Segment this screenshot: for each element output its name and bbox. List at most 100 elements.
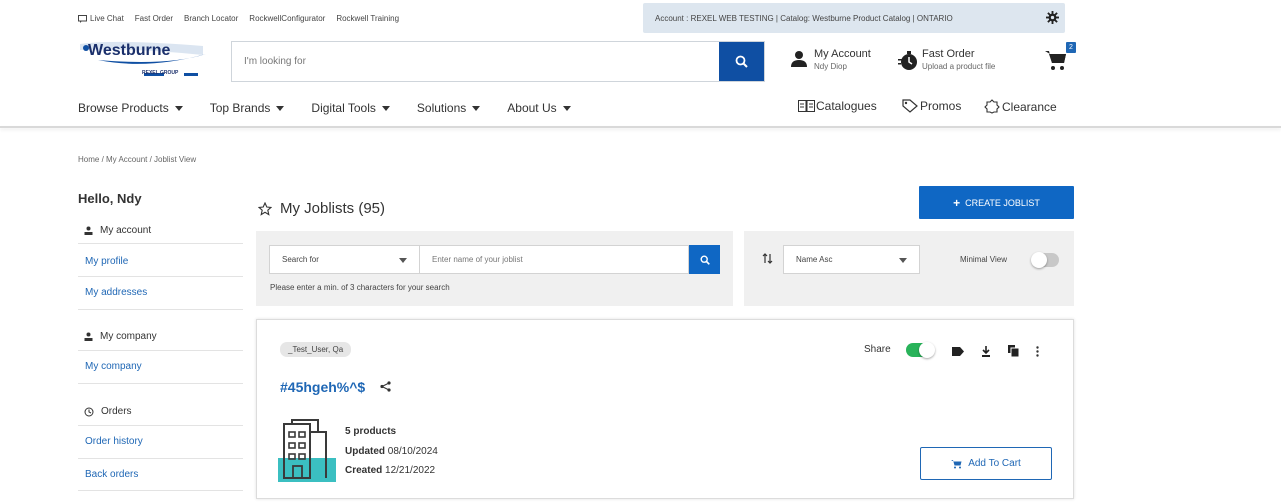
owner-badge: _Test_User, Qa (280, 342, 352, 357)
search-for-select[interactable]: Search for (269, 245, 420, 274)
rockwell-configurator-link[interactable]: RockwellConfigurator (249, 14, 325, 23)
sidebar-divider (78, 458, 243, 459)
page-title: My Joblists (95) (258, 200, 385, 217)
nav-about-us[interactable]: About Us (507, 101, 571, 115)
sidebar-heading-label: My account (100, 225, 152, 236)
sidebar-heading-my-company: My company (84, 331, 157, 342)
nav-clearance[interactable]: Clearance (984, 99, 1057, 114)
share-icon[interactable] (380, 381, 391, 392)
copy-icon (1007, 344, 1019, 357)
site-search (231, 41, 765, 82)
download-button[interactable] (979, 344, 993, 358)
fast-order-link[interactable]: Fast Order (135, 14, 173, 23)
westburne-logo[interactable]: Westburne REXEL GROUP (78, 40, 208, 80)
main-nav: Browse Products Top Brands Digital Tools… (78, 101, 598, 115)
cart-icon (1045, 51, 1066, 70)
catalogues-label: Catalogues (816, 99, 877, 113)
stopwatch-icon (898, 51, 917, 70)
create-joblist-button[interactable]: + CREATE JOBLIST (919, 186, 1074, 219)
clearance-label: Clearance (1002, 99, 1057, 114)
nav-digital-tools[interactable]: Digital Tools (311, 101, 390, 115)
branch-locator-link[interactable]: Branch Locator (184, 14, 238, 23)
sidebar-item-back-orders[interactable]: Back orders (78, 469, 243, 480)
sidebar-heading-label: My company (100, 331, 157, 342)
search-icon (735, 55, 748, 68)
logo-subtext: REXEL GROUP (142, 70, 179, 76)
sidebar-item-my-company[interactable]: My company (78, 361, 243, 372)
my-account-menu[interactable]: My Account Ndy Diop (790, 48, 871, 71)
nav-label: Digital Tools (311, 101, 376, 115)
page-title-text: My Joblists (95) (280, 200, 386, 217)
nav-top-brands[interactable]: Top Brands (210, 101, 285, 115)
cart-icon (951, 459, 962, 468)
created-label: Created (345, 465, 383, 476)
nav-label: Top Brands (209, 101, 271, 115)
minimal-view-label: Minimal View (960, 255, 1007, 264)
sort-value: Name Asc (796, 255, 833, 264)
logo-text: Westburne (88, 42, 171, 59)
user-icon (84, 226, 93, 235)
nav-label: Browse Products (78, 101, 169, 115)
chat-icon (78, 14, 87, 23)
chevron-down-icon (174, 105, 183, 111)
share-toggle[interactable] (906, 342, 935, 358)
promos-label: Promos (920, 99, 962, 113)
fast-order-menu[interactable]: Fast Order Upload a product file (898, 48, 995, 71)
history-icon (84, 407, 94, 416)
nav-promos[interactable]: Promos (902, 99, 961, 113)
rockwell-training-link[interactable]: Rockwell Training (336, 14, 399, 23)
sidebar-divider (78, 383, 243, 384)
my-account-username: Ndy Diop (814, 62, 847, 71)
account-context-text: Account : REXEL WEB TESTING | Catalog: W… (655, 13, 953, 23)
star-outline-icon[interactable] (258, 201, 272, 216)
search-hint: Please enter a min. of 3 characters for … (270, 283, 450, 292)
sidebar-item-my-addresses[interactable]: My addresses (78, 287, 243, 298)
sidebar-divider (78, 243, 243, 244)
sidebar-divider (78, 350, 243, 351)
chevron-down-icon (276, 105, 285, 111)
search-input[interactable] (232, 42, 720, 81)
gear-icon[interactable] (1046, 11, 1059, 24)
created-date: 12/21/2022 (385, 465, 436, 476)
sidebar-divider (78, 490, 243, 491)
sidebar-heading-orders: Orders (84, 406, 132, 417)
cart-button[interactable]: 2 (1044, 42, 1076, 76)
fast-order-label: Fast Order (922, 48, 975, 60)
chevron-down-icon (381, 105, 390, 111)
sidebar-heading-label: Orders (101, 406, 132, 417)
toggle-knob (1031, 252, 1047, 268)
kebab-menu-icon (1035, 345, 1039, 357)
search-icon (699, 254, 710, 265)
download-icon (982, 345, 990, 357)
tag-action-button[interactable] (951, 344, 965, 358)
cart-count-badge: 2 (1066, 42, 1076, 53)
nav-catalogues[interactable]: Catalogues (798, 99, 877, 113)
live-chat-link[interactable]: Live Chat (78, 14, 124, 23)
joblist-name-link[interactable]: #45hgeh%^$ (280, 379, 365, 395)
search-button[interactable] (719, 42, 764, 81)
nav-browse-products[interactable]: Browse Products (78, 101, 183, 115)
utility-links: Live Chat Fast Order Branch Locator Rock… (78, 14, 399, 23)
sidebar-divider (78, 309, 243, 310)
joblist-search-input[interactable] (420, 245, 689, 274)
breadcrumb[interactable]: Home / My Account / Joblist View (78, 155, 196, 164)
nav-label: Solutions (416, 101, 467, 115)
add-to-cart-button[interactable]: Add To Cart (920, 447, 1052, 480)
account-context-bar[interactable]: Account : REXEL WEB TESTING | Catalog: W… (643, 3, 1065, 33)
updated-label: Updated (345, 446, 385, 457)
joblist-search-button[interactable] (689, 245, 720, 274)
chevron-down-icon (899, 258, 907, 263)
label-icon (952, 346, 964, 356)
sort-icon[interactable] (762, 253, 773, 264)
minimal-view-toggle[interactable] (1031, 252, 1059, 268)
sort-select[interactable]: Name Asc (783, 245, 920, 274)
sidebar-item-order-history[interactable]: Order history (78, 436, 243, 447)
more-options-button[interactable] (1032, 344, 1042, 358)
clearance-badge-icon (984, 99, 1000, 114)
chevron-down-icon (562, 105, 571, 111)
copy-button[interactable] (1006, 343, 1020, 358)
fast-order-sub: Upload a product file (922, 62, 996, 71)
sidebar-item-my-profile[interactable]: My profile (78, 256, 243, 267)
toggle-knob (919, 342, 935, 358)
nav-solutions[interactable]: Solutions (416, 101, 481, 115)
